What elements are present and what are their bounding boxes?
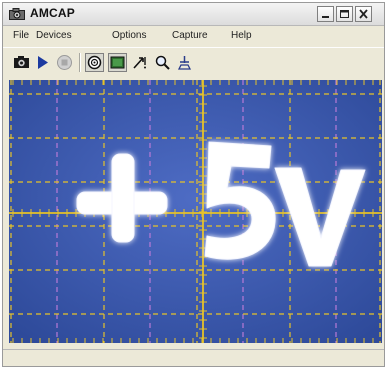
properties-button[interactable] (175, 53, 194, 72)
minimize-icon (322, 16, 329, 18)
play-icon (38, 56, 48, 69)
menu-bar: File Devices Options Capture Help (3, 27, 384, 45)
menu-help[interactable]: Help (231, 30, 252, 41)
menu-file[interactable]: File (13, 30, 29, 41)
maximize-icon (340, 10, 349, 18)
menu-devices[interactable]: Devices (36, 30, 72, 41)
zoom-icon (155, 55, 170, 70)
plus-vertical-stroke (111, 153, 135, 243)
minimize-button[interactable] (317, 6, 334, 22)
oscilloscope-screen (9, 80, 382, 343)
pointer-icon (133, 57, 146, 69)
close-button[interactable] (355, 6, 372, 22)
close-icon (359, 9, 368, 19)
toolbar (3, 47, 384, 76)
title-bar[interactable]: AMCAP (3, 3, 384, 26)
stop-icon (57, 55, 72, 70)
camera-icon (14, 56, 29, 68)
stop-button[interactable] (55, 53, 74, 72)
pointer-button[interactable] (131, 53, 150, 72)
capture-window-icon (110, 56, 125, 69)
window-title: AMCAP (30, 6, 75, 20)
digit-five (204, 141, 276, 260)
record-icon (87, 55, 102, 70)
play-button[interactable] (33, 53, 52, 72)
status-bar (3, 349, 384, 366)
record-button[interactable] (85, 53, 104, 72)
maximize-button[interactable] (336, 6, 353, 22)
snapshot-button[interactable] (12, 53, 31, 72)
properties-icon (177, 56, 192, 70)
toolbar-separator (79, 53, 81, 72)
screen-background (9, 80, 382, 343)
zoom-button[interactable] (153, 53, 172, 72)
menu-capture[interactable]: Capture (172, 30, 208, 41)
amcap-window: AMCAP File Devices Options Capture Help (2, 2, 385, 367)
app-camera-icon (9, 8, 25, 20)
video-preview[interactable] (9, 80, 382, 343)
menu-options[interactable]: Options (112, 30, 146, 41)
capture-window-button[interactable] (108, 53, 127, 72)
